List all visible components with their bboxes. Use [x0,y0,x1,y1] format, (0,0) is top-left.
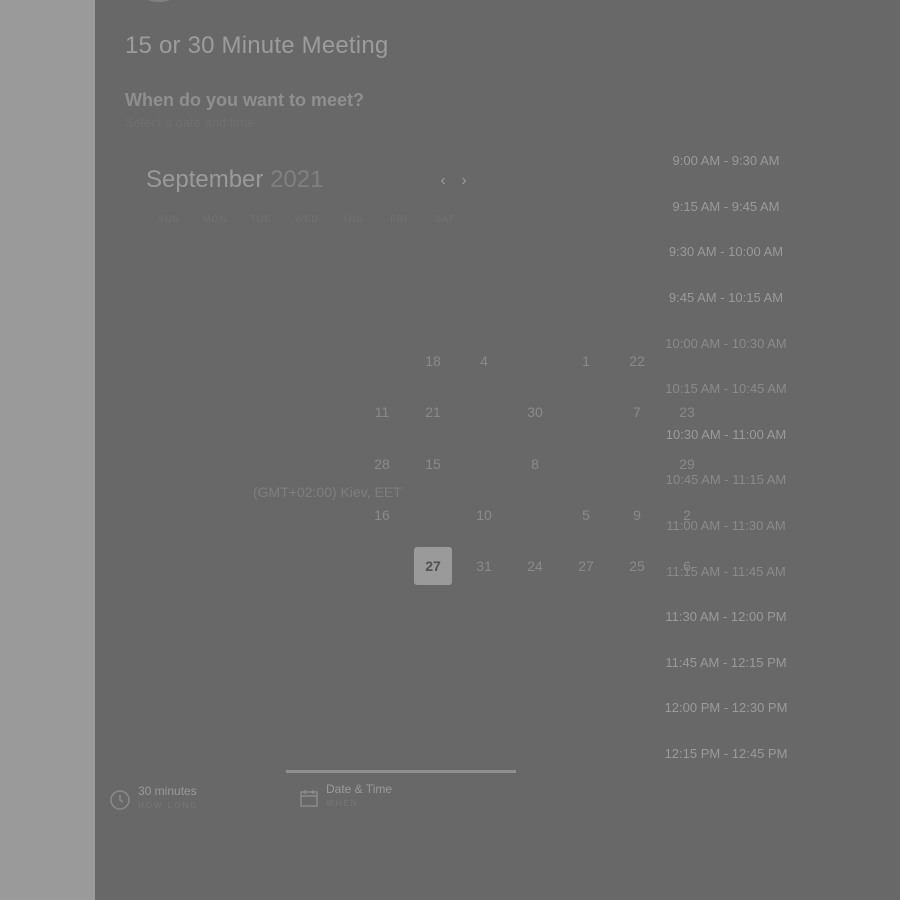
booking-panel [95,0,900,900]
clock-icon [110,790,130,810]
calendar-day-selected[interactable]: 27 [414,547,452,585]
calendar-day[interactable]: 7 [618,393,656,431]
time-slot[interactable]: 10:30 AM - 11:00 AM [655,424,797,446]
time-slot[interactable]: 11:45 AM - 12:15 PM [655,652,797,674]
calendar-day[interactable]: 28 [363,445,401,483]
calendar-day[interactable]: 5 [567,496,605,534]
timezone-selector[interactable]: (GMT+02:00) Kiev, EET [253,484,402,500]
calendar-day[interactable]: 1 [567,342,605,380]
calendar-icon [300,790,318,807]
time-slot[interactable]: 11:00 AM - 11:30 AM [655,515,797,537]
weekday-label: SAT [435,214,455,224]
calendar-day[interactable]: 18 [414,342,452,380]
meeting-title: 15 or 30 Minute Meeting [125,32,389,59]
calendar-day[interactable]: 4 [465,342,503,380]
calendar-day[interactable]: 31 [465,547,503,585]
question-heading: When do you want to meet? [125,90,364,110]
weekday-label: TUE [250,214,272,224]
weekday-label: MON [203,214,227,224]
calendar-day[interactable]: 10 [465,496,503,534]
next-month-button[interactable]: › [456,170,472,192]
datetime-label: Date & Time [326,782,393,796]
duration-label: 30 minutes [138,784,197,798]
footer-step-datetime[interactable]: Date & Time WHEN [326,782,392,808]
duration-sub: HOW LONG [138,801,199,810]
calendar-day[interactable]: 16 [363,496,401,534]
time-slot[interactable]: 11:15 AM - 11:45 AM [655,561,797,583]
chevron-right-icon: › [461,172,467,189]
time-slot[interactable]: 9:45 AM - 10:15 AM [655,287,797,309]
date-time-hint: Select a date and time [125,115,255,130]
time-slot[interactable]: 12:00 PM - 12:30 PM [655,697,797,719]
time-slot[interactable]: 9:30 AM - 10:00 AM [655,241,797,263]
year: 2021 [270,166,324,193]
weekday-label: WED [295,214,319,224]
time-slot[interactable]: 10:00 AM - 10:30 AM [655,333,797,355]
time-slot[interactable]: 9:00 AM - 9:30 AM [655,150,797,172]
calendar-day[interactable]: 8 [516,445,554,483]
calendar-day[interactable]: 30 [516,393,554,431]
time-slot[interactable]: 12:15 PM - 12:45 PM [655,743,797,765]
step-progress-indicator [286,770,516,773]
calendar-day[interactable]: 24 [516,547,554,585]
datetime-sub: WHEN [326,799,359,808]
weekday-label: SUN [157,214,180,224]
calendar-month-label: September 2021 [146,166,323,194]
footer-step-duration[interactable]: 30 minutes HOW LONG [138,784,198,810]
calendar-day[interactable]: 21 [414,393,452,431]
calendar-day[interactable]: 9 [618,496,656,534]
calendar-day[interactable]: 27 [567,547,605,585]
calendar-day[interactable]: 11 [363,393,401,431]
month-name: September [146,166,264,193]
time-slot[interactable]: 9:15 AM - 9:45 AM [655,196,797,218]
prev-month-button[interactable]: ‹ [435,170,451,192]
chevron-left-icon: ‹ [440,172,446,189]
weekday-label: THU [342,214,364,224]
calendar-day[interactable]: 22 [618,342,656,380]
calendar-day[interactable]: 25 [618,547,656,585]
time-slot[interactable]: 10:45 AM - 11:15 AM [655,469,797,491]
weekday-label: FRI [390,214,408,224]
calendar-day[interactable]: 15 [414,445,452,483]
time-slot[interactable]: 11:30 AM - 12:00 PM [655,606,797,628]
time-slot[interactable]: 10:15 AM - 10:45 AM [655,378,797,400]
